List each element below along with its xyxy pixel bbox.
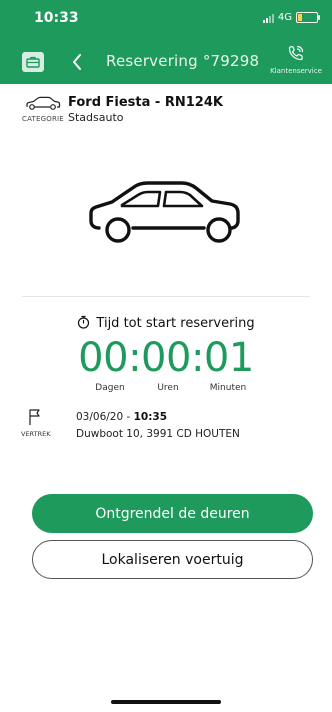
nav-bar: Reservering °79298 Klantenservice — [0, 40, 332, 84]
status-time: 10:33 — [34, 10, 79, 26]
vehicle-name: Ford Fiesta - RN124K — [68, 95, 223, 110]
vehicle-header: Ford Fiesta - RN124K CATEGORIE Stadsauto — [0, 84, 332, 124]
divider — [22, 296, 310, 297]
page-title: Reservering °79298 — [106, 52, 260, 70]
category-label: CATEGORIE — [22, 115, 64, 123]
unit-minutes: Minuten — [209, 383, 247, 393]
departure-datetime: 03/06/20 - 10:35 — [76, 411, 167, 423]
signal-icon — [262, 13, 274, 23]
home-indicator — [111, 700, 221, 704]
status-indicators: 4G — [262, 12, 320, 23]
locate-vehicle-button[interactable]: Lokaliseren voertuig — [32, 540, 313, 579]
customer-service-button[interactable]: Klantenservice — [270, 44, 322, 75]
briefcase-button[interactable] — [22, 52, 44, 72]
car-illustration — [89, 181, 240, 243]
battery-icon — [296, 12, 320, 23]
flag-icon — [29, 409, 40, 425]
unlock-doors-button[interactable]: Ontgrendel de deuren — [32, 494, 313, 533]
timer-heading: Tijd tot start reservering — [0, 315, 332, 331]
countdown: 00:00:01 — [78, 335, 254, 381]
chevron-left-icon — [73, 54, 81, 70]
car-category-icon — [26, 96, 61, 110]
timer-title: Tijd tot start reservering — [96, 316, 255, 331]
departure-date: 03/06/20 - — [76, 411, 134, 423]
phone-icon — [288, 45, 304, 61]
customer-service-label: Klantenservice — [270, 67, 322, 75]
departure-time: 10:35 — [133, 411, 168, 423]
status-bar: 10:33 4G — [0, 0, 332, 40]
category-value: Stadsauto — [68, 111, 124, 124]
unit-days: Dagen — [95, 383, 125, 393]
unit-hours: Uren — [157, 383, 179, 393]
stopwatch-icon — [78, 315, 90, 329]
departure-label: VERTREK — [21, 430, 51, 438]
briefcase-icon — [26, 56, 40, 68]
back-button[interactable] — [66, 48, 88, 76]
network-type: 4G — [277, 12, 292, 23]
departure-address: Duwboot 10, 3991 CD HOUTEN — [76, 428, 240, 440]
